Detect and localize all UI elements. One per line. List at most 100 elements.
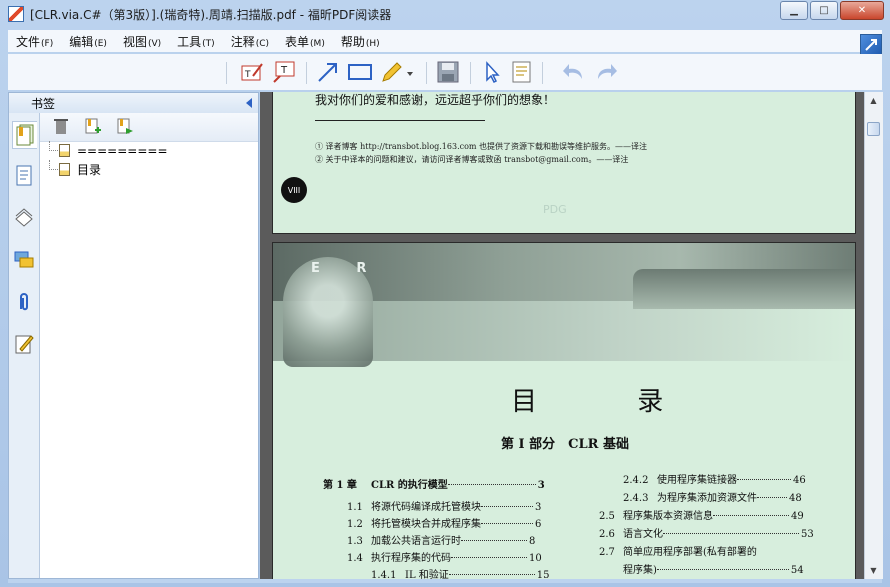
- toc-leader: [448, 574, 535, 575]
- toc-page: 10: [529, 553, 542, 564]
- toc-heading: 目 录: [511, 387, 710, 417]
- menu-forms[interactable]: 表单(M): [277, 33, 333, 50]
- toc-page: 15: [536, 570, 550, 579]
- toc-leader: [737, 479, 791, 480]
- svg-text:T: T: [280, 65, 288, 76]
- bookmark-panel-header: 书签: [9, 93, 258, 114]
- toc-number: 1.3: [347, 536, 363, 547]
- menu-help-accel: (H): [365, 38, 380, 49]
- bookmarks-icon[interactable]: [12, 121, 37, 149]
- toc-entry: 2.6 语言文化 53: [599, 525, 814, 540]
- page-text-line: 我对你们的爱和感谢，远远超乎你们的想象！: [315, 93, 556, 107]
- signatures-icon[interactable]: [12, 331, 36, 357]
- document-view[interactable]: PDG 我对你们的爱和感谢，远远超乎你们的想象！ ① 译者博客 http://t…: [260, 92, 864, 579]
- pencil-icon[interactable]: [380, 60, 404, 84]
- tree-connector: [49, 141, 58, 151]
- tree-connector: [49, 160, 58, 170]
- toc-entry: 2.5 程序集版本资源信息 49: [599, 507, 804, 522]
- fullscreen-icon[interactable]: [860, 34, 882, 56]
- toc-entry: 2.4.2 使用程序集链接器 46: [623, 471, 806, 486]
- pages-icon[interactable]: [12, 163, 36, 189]
- part-heading: 第 I 部分 CLR 基础: [501, 437, 629, 452]
- toc-page: 54: [790, 565, 804, 576]
- toc-title: 程序集版本资源信息: [623, 511, 713, 522]
- toc-title: 程序集): [623, 565, 657, 576]
- textbox-icon[interactable]: T: [272, 60, 296, 84]
- menu-edit-label: 编辑: [69, 34, 94, 49]
- menu-view-label: 视图: [122, 34, 147, 49]
- dropdown-icon[interactable]: [404, 60, 416, 84]
- toc-entry: 1.4 执行程序集的代码 10: [347, 549, 542, 564]
- toc-number: 1.1: [347, 502, 363, 513]
- toc-page: 8: [529, 536, 536, 547]
- header-letters: E R: [311, 261, 383, 276]
- menu-bar: 文件(F) 编辑(E) 视图(V) 工具(T) 注释(C) 表单(M) 帮助(H…: [8, 30, 882, 52]
- menu-tools-label: 工具: [177, 34, 202, 49]
- close-button[interactable]: ✕: [840, 1, 884, 20]
- scrollbar-thumb[interactable]: [867, 122, 880, 136]
- pdg-watermark: PDG: [543, 203, 567, 216]
- toc-leader: [451, 557, 527, 558]
- add-child-bookmark-icon[interactable]: [116, 117, 134, 135]
- bookmark-item[interactable]: 目录: [45, 160, 257, 179]
- bookmark-toolbar: [40, 113, 258, 142]
- svg-text:T: T: [244, 70, 251, 80]
- bookmark-tree: ========= 目录: [45, 141, 257, 179]
- toc-leader: [663, 533, 799, 534]
- footnote-1: ① 译者博客 http://transbot.blog.163.com 也提供了…: [315, 142, 648, 151]
- toc-title: IL 和验证: [405, 570, 449, 579]
- add-bookmark-icon[interactable]: [84, 117, 102, 135]
- bookmark-label: =========: [77, 143, 168, 158]
- toc-title: 使用程序集链接器: [657, 475, 737, 486]
- menu-help[interactable]: 帮助(H): [333, 33, 388, 50]
- toc-leader: [481, 506, 533, 507]
- menu-tools[interactable]: 工具(T): [169, 33, 223, 50]
- toc-number: 第 1 章: [323, 480, 357, 491]
- attachments-icon[interactable]: [12, 289, 36, 315]
- toc-number: 2.4.2: [623, 475, 649, 486]
- toc-entry: 1.2 将托管模块合并成程序集 6: [347, 515, 541, 530]
- maximize-button[interactable]: □: [810, 1, 838, 20]
- toc-page: 53: [801, 529, 814, 540]
- typewriter-icon[interactable]: T: [240, 60, 264, 84]
- toc-number: 2.5: [599, 511, 615, 522]
- menu-comment[interactable]: 注释(C): [223, 33, 277, 50]
- vertical-scrollbar[interactable]: ▲ ▼: [864, 92, 883, 579]
- app-window: [CLR.via.C#（第3版）].(瑞奇特).周靖.扫描版.pdf - 福昕P…: [0, 0, 890, 587]
- text-select-icon[interactable]: [510, 60, 534, 84]
- redo-icon[interactable]: [594, 60, 618, 84]
- toc-entry: 2.7 简单应用程序部署(私有部署的: [599, 543, 757, 558]
- menu-edit[interactable]: 编辑(E): [61, 33, 115, 50]
- title-bar: [CLR.via.C#（第3版）].(瑞奇特).周靖.扫描版.pdf - 福昕P…: [0, 0, 890, 28]
- footnote-2: ② 关于中译本的问题和建议，请访问译者博客或致函 transbot@gmail.…: [315, 155, 629, 164]
- window-controls: ▁ □ ✕: [778, 1, 884, 20]
- menu-view[interactable]: 视图(V): [115, 33, 169, 50]
- bookmark-label: 目录: [77, 163, 102, 177]
- toc-number: 2.7: [599, 547, 615, 558]
- toc-page: 49: [791, 511, 804, 522]
- bookmark-item[interactable]: =========: [45, 141, 257, 160]
- page-number-badge: VIII: [281, 177, 307, 203]
- undo-icon[interactable]: [562, 60, 586, 84]
- rectangle-icon[interactable]: [348, 60, 372, 84]
- arrow-line-icon[interactable]: [316, 60, 340, 84]
- toc-title: 执行程序集的代码: [371, 553, 451, 564]
- menu-file[interactable]: 文件(F): [8, 33, 61, 50]
- toc-leader: [757, 497, 787, 498]
- comments-icon[interactable]: [12, 247, 36, 273]
- toolbar-separator: [426, 62, 427, 84]
- toc-title: 将源代码编译成托管模块: [371, 502, 481, 513]
- layers-icon[interactable]: [12, 205, 36, 231]
- select-cursor-icon[interactable]: [480, 60, 504, 84]
- menu-comment-label: 注释: [230, 34, 255, 49]
- toc-leader: [461, 540, 527, 541]
- scroll-up-icon[interactable]: ▲: [867, 94, 880, 107]
- collapse-panel-icon[interactable]: [246, 98, 252, 108]
- toc-entry: 1.3 加载公共语言运行时 8: [347, 532, 535, 547]
- delete-icon[interactable]: [52, 117, 70, 135]
- toolbar-separator: [306, 62, 307, 84]
- minimize-button[interactable]: ▁: [780, 1, 808, 20]
- toc-title: 加载公共语言运行时: [371, 536, 461, 547]
- save-icon[interactable]: [436, 60, 460, 84]
- scroll-down-icon[interactable]: ▼: [867, 564, 880, 577]
